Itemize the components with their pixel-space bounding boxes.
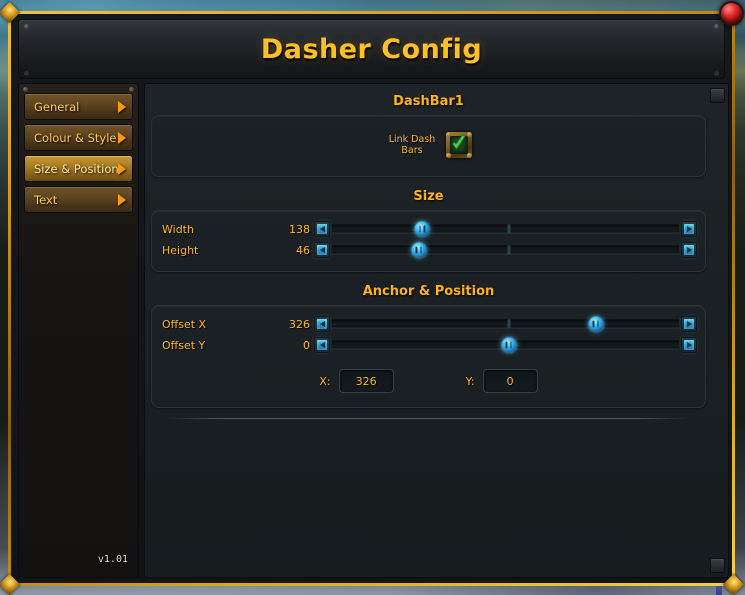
dasher-config-window: Dasher Config General Colour & Style Siz… bbox=[0, 1, 745, 595]
chevron-right-icon bbox=[118, 131, 126, 144]
y-label: Y: bbox=[465, 374, 475, 388]
sidebar-item-size-and-position[interactable]: Size & Position bbox=[24, 155, 133, 182]
offset-y-slider-knob[interactable] bbox=[501, 337, 517, 353]
offset-y-increment-button[interactable] bbox=[681, 337, 697, 353]
sidebar-item-label: Text bbox=[34, 192, 58, 207]
page-title: Dasher Config bbox=[260, 33, 483, 65]
y-input-group: Y: 0 bbox=[466, 369, 538, 393]
section-anchor-and-position: Anchor & Position Offset X 326 Offset Y … bbox=[151, 280, 706, 408]
offset-x-decrement-button[interactable] bbox=[314, 316, 330, 332]
x-input-group: X: 326 bbox=[319, 369, 394, 393]
slider-value: 0 bbox=[303, 338, 310, 352]
x-input[interactable]: 326 bbox=[338, 369, 394, 393]
checkbox-stud bbox=[467, 132, 472, 137]
section-dashbar1: DashBar1 Link Dash Bars bbox=[151, 90, 706, 177]
section-size: Size Width 138 Height 46 bbox=[151, 185, 706, 272]
chevron-right-icon bbox=[118, 193, 126, 206]
slider-value: 138 bbox=[289, 222, 310, 236]
sidebar-item-general[interactable]: General bbox=[24, 93, 133, 120]
slider-tick bbox=[507, 245, 511, 255]
width-slider[interactable] bbox=[332, 221, 679, 237]
sidebar: General Colour & Style Size & Position T… bbox=[18, 83, 139, 578]
slider-value: 326 bbox=[289, 317, 310, 331]
title-bar: Dasher Config bbox=[18, 19, 725, 79]
section-header: Anchor & Position bbox=[362, 284, 495, 299]
slider-tick bbox=[507, 319, 511, 329]
height-decrement-button[interactable] bbox=[314, 242, 330, 258]
xy-input-row: X: 326 Y: 0 bbox=[160, 369, 697, 397]
section-body: Width 138 Height 46 bbox=[151, 210, 706, 272]
scroll-up-button[interactable] bbox=[710, 88, 725, 103]
section-body: Link Dash Bars bbox=[151, 115, 706, 177]
slider-track bbox=[332, 245, 679, 255]
height-increment-button[interactable] bbox=[681, 242, 697, 258]
slider-track bbox=[332, 224, 679, 234]
slider-row-offset-x: Offset X 326 bbox=[160, 314, 697, 334]
sidebar-item-colour-and-style[interactable]: Colour & Style bbox=[24, 124, 133, 151]
link-dash-bars-checkbox[interactable] bbox=[446, 132, 472, 158]
slider-track bbox=[332, 319, 679, 329]
link-dash-bars-label-line1: Link Dash bbox=[388, 134, 436, 145]
slider-label: Width bbox=[162, 222, 194, 236]
y-input[interactable]: 0 bbox=[482, 369, 538, 393]
slider-tick bbox=[507, 224, 511, 234]
x-label: X: bbox=[319, 374, 331, 388]
offset-y-slider[interactable] bbox=[332, 337, 679, 353]
content-divider bbox=[169, 418, 688, 419]
slider-row-offset-y: Offset Y 0 bbox=[160, 335, 697, 355]
width-increment-button[interactable] bbox=[681, 221, 697, 237]
slider-label: Height bbox=[162, 243, 199, 257]
section-header: DashBar1 bbox=[393, 94, 464, 109]
link-dash-bars-label-line2: Bars bbox=[401, 145, 423, 156]
width-slider-knob[interactable] bbox=[414, 221, 430, 237]
offset-x-slider[interactable] bbox=[332, 316, 679, 332]
slider-row-width: Width 138 bbox=[160, 219, 697, 239]
close-circle-icon[interactable] bbox=[719, 1, 744, 26]
sidebar-item-label: Size & Position bbox=[34, 161, 119, 176]
chevron-right-icon bbox=[118, 162, 126, 175]
sidebar-item-text[interactable]: Text bbox=[24, 186, 133, 213]
body-region: General Colour & Style Size & Position T… bbox=[18, 83, 729, 578]
offset-y-decrement-button[interactable] bbox=[314, 337, 330, 353]
slider-label: Offset Y bbox=[162, 338, 206, 352]
sidebar-item-label: Colour & Style bbox=[34, 130, 117, 145]
version-label: v1.01 bbox=[97, 554, 128, 565]
offset-x-slider-knob[interactable] bbox=[588, 316, 604, 332]
checkbox-stud bbox=[467, 153, 472, 158]
link-dash-bars-row: Link Dash Bars bbox=[160, 124, 697, 166]
content-panel: DashBar1 Link Dash Bars Size Width 138 H… bbox=[144, 83, 729, 578]
slider-label: Offset X bbox=[162, 317, 207, 331]
section-header: Size bbox=[413, 189, 444, 204]
section-body: Offset X 326 Offset Y 0 X: 326 Y: 0 bbox=[151, 305, 706, 408]
slider-value: 46 bbox=[296, 243, 310, 257]
checkmark-icon bbox=[452, 134, 466, 150]
chevron-right-icon bbox=[118, 100, 126, 113]
height-slider-knob[interactable] bbox=[411, 242, 427, 258]
width-decrement-button[interactable] bbox=[314, 221, 330, 237]
scroll-down-button[interactable] bbox=[710, 558, 725, 573]
height-slider[interactable] bbox=[332, 242, 679, 258]
slider-row-height: Height 46 bbox=[160, 240, 697, 260]
sidebar-item-label: General bbox=[34, 99, 80, 114]
offset-x-increment-button[interactable] bbox=[681, 316, 697, 332]
link-dash-bars-label: Link Dash Bars bbox=[385, 134, 439, 156]
